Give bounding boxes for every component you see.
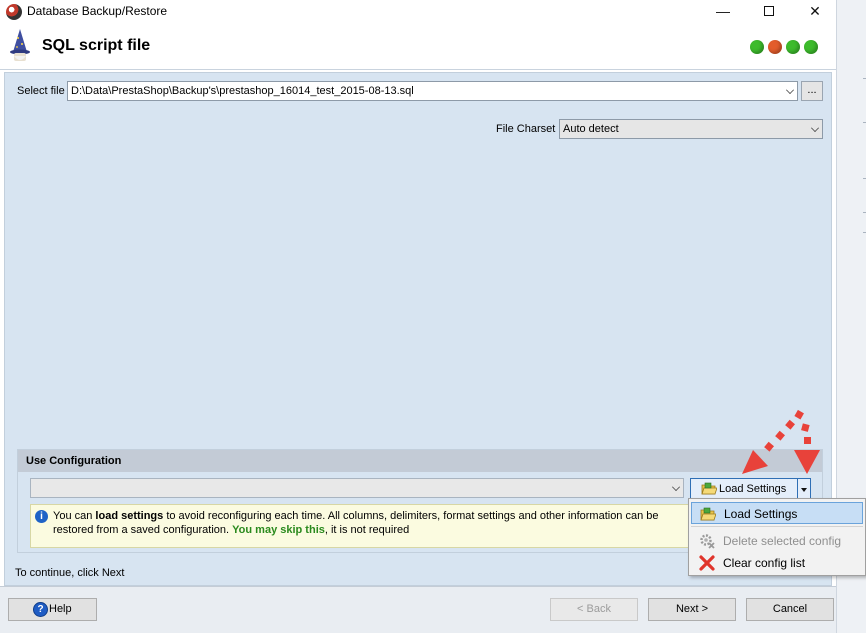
menu-item-label: Clear config list (723, 556, 806, 570)
title-bar: Database Backup/Restore — ✕ (0, 0, 836, 24)
chevron-down-icon (672, 483, 680, 491)
info-text: You can (53, 510, 96, 522)
config-info-box: i You can load settings to avoid reconfi… (30, 504, 690, 548)
status-indicators (750, 40, 818, 54)
load-settings-dropdown-button[interactable] (797, 478, 811, 500)
info-text-after: , it is not required (324, 524, 410, 536)
status-dot-4 (804, 40, 818, 54)
gear-delete-icon (700, 534, 715, 549)
back-button[interactable]: < Back (550, 598, 638, 621)
next-button[interactable]: Next > (648, 598, 736, 621)
menu-item-delete-config[interactable]: Delete selected config (691, 530, 863, 552)
app-icon (6, 4, 22, 20)
help-label: Help (49, 603, 72, 615)
browse-button[interactable]: ... (801, 81, 823, 101)
menu-item-label: Load Settings (724, 507, 798, 521)
continue-hint: To continue, click Next (15, 567, 125, 579)
info-bold-text: load settings (95, 510, 164, 522)
close-button[interactable]: ✕ (792, 0, 838, 24)
status-dot-3 (786, 40, 800, 54)
folder-open-icon (700, 507, 716, 521)
window-title: Database Backup/Restore (27, 4, 168, 18)
menu-item-load-settings[interactable]: Load Settings (691, 502, 863, 524)
chevron-down-icon (811, 124, 819, 132)
menu-item-label: Delete selected config (723, 534, 842, 548)
status-dot-2 (768, 40, 782, 54)
help-icon: ? (33, 602, 48, 617)
menu-item-clear-config-list[interactable]: Clear config list (691, 552, 863, 574)
config-group-title: Use Configuration (18, 450, 822, 472)
minimize-button[interactable]: — (700, 0, 746, 24)
load-settings-menu: Load Settings Delete selected config Cle… (688, 498, 866, 576)
info-icon: i (35, 510, 48, 523)
charset-label: File Charset (496, 123, 556, 135)
page-title: SQL script file (42, 37, 151, 54)
menu-separator (691, 526, 863, 527)
load-settings-label: Load Settings (719, 483, 787, 495)
folder-open-icon (701, 482, 717, 495)
file-path-value: D:\Data\PrestaShop\Backup's\prestashop_1… (71, 85, 414, 97)
config-select[interactable] (30, 478, 684, 498)
red-x-icon (699, 555, 715, 571)
load-settings-button[interactable]: Load Settings (690, 478, 798, 500)
maximize-button[interactable] (746, 0, 792, 24)
select-file-label: Select file (17, 85, 65, 97)
cancel-button[interactable]: Cancel (746, 598, 834, 621)
charset-value: Auto detect (563, 123, 619, 135)
chevron-down-icon (786, 86, 794, 94)
file-path-combo[interactable]: D:\Data\PrestaShop\Backup's\prestashop_1… (67, 81, 798, 101)
status-dot-1 (750, 40, 764, 54)
info-skip-text: You may skip this (232, 524, 325, 536)
charset-select[interactable]: Auto detect (559, 119, 823, 139)
wizard-icon (10, 29, 30, 61)
help-button[interactable]: ? Help (8, 598, 97, 621)
maximize-icon (764, 6, 774, 16)
wizard-header: SQL script file (0, 24, 836, 70)
wizard-footer: ? Help < Back Next > Cancel (0, 586, 836, 633)
